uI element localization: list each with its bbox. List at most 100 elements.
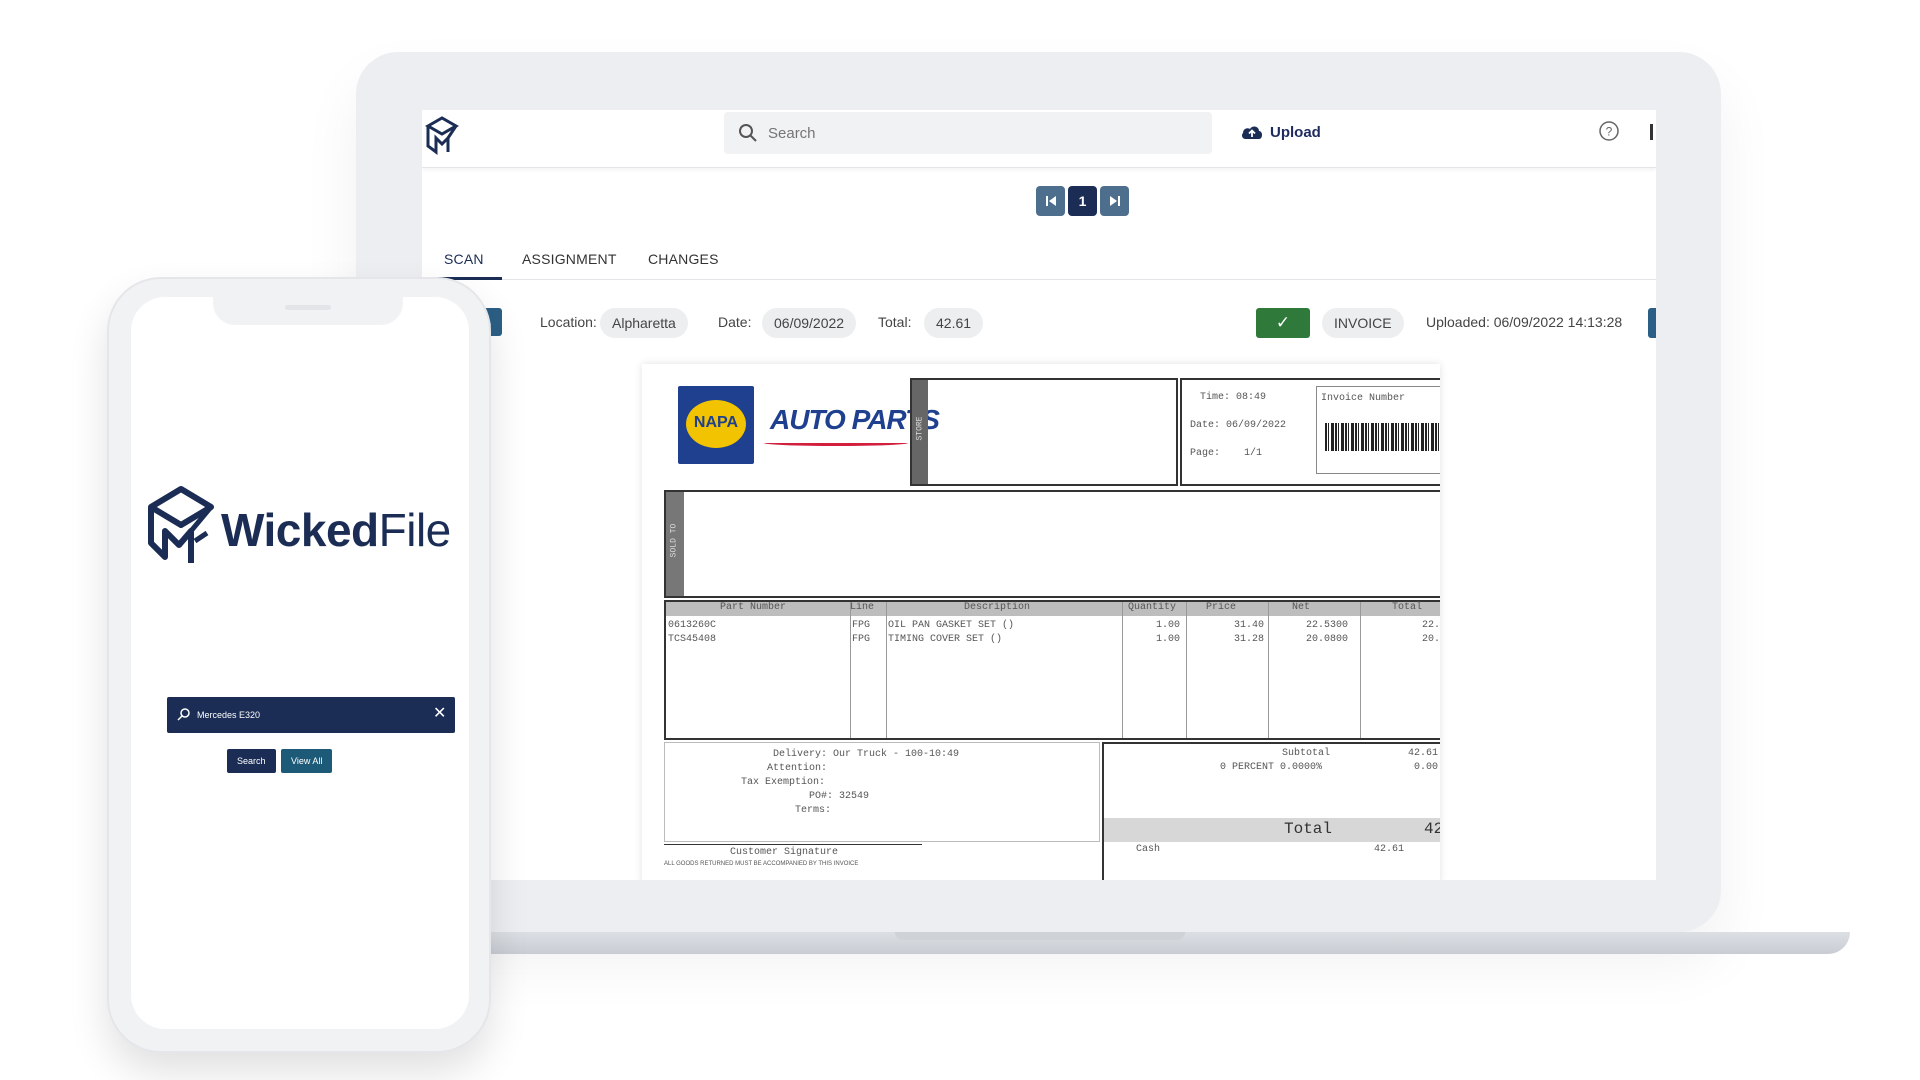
account-menu-edge[interactable] [1650, 124, 1653, 140]
cloud-upload-icon [1242, 126, 1262, 139]
mobile-search-button[interactable]: Search [227, 749, 276, 773]
column-header: Price [1206, 602, 1237, 613]
cell-price: 31.28 [1234, 634, 1265, 645]
attention-line: Attention: [767, 763, 828, 774]
search-input[interactable] [768, 120, 1188, 146]
column-header: Description [964, 602, 1031, 613]
line-items-table: Part Number Line Description Quantity Pr… [664, 600, 1440, 740]
wickedfile-logo-icon[interactable] [422, 112, 462, 160]
store-label: STORE [915, 416, 925, 441]
location-chip[interactable]: Alpharetta [600, 308, 688, 338]
phone-frame: WickedFile ✕ Search View All [107, 277, 491, 1053]
laptop-notch [895, 932, 1185, 940]
cell-net: 20.0800 [1306, 634, 1349, 645]
line-items-header: Part Number Line Description Quantity Pr… [666, 602, 1440, 616]
signature-line [664, 844, 922, 845]
cash-label: Cash [1136, 844, 1161, 855]
cash-value: 42.61 [1374, 844, 1405, 855]
total-label: Total: [878, 314, 912, 330]
invoice-page: Page: 1/1 [1190, 448, 1263, 459]
brand-name-light: File [378, 504, 452, 556]
cell-description: TIMING COVER SET () [888, 634, 1003, 645]
phone-notch [213, 297, 403, 325]
po-line: PO#: 32549 [809, 791, 870, 802]
store-box: STORE [910, 378, 1178, 486]
cell-total: 22.53 [1422, 620, 1440, 631]
tab-scan[interactable]: SCAN [426, 240, 502, 280]
invoice-number-label: Invoice Number [1321, 393, 1406, 404]
last-page-button[interactable] [1100, 186, 1129, 216]
cell-net: 22.5300 [1306, 620, 1349, 631]
cell-part-number: TCS45408 [668, 634, 717, 645]
cell-line: FPG [852, 620, 871, 631]
tax-label: 0 PERCENT 0.0000% [1220, 762, 1323, 773]
invoice-info-box: Time: 08:49 Date: 06/09/2022 Page: 1/1 I… [1180, 378, 1440, 486]
skip-last-icon [1109, 196, 1120, 206]
uploaded-timestamp: Uploaded: 06/09/2022 14:13:28 [1426, 314, 1623, 330]
total-chip[interactable]: 42.61 [924, 308, 984, 338]
wickedfile-logo-icon [148, 486, 214, 563]
laptop-screen: Upload ? 1 SCAN AS [422, 110, 1656, 880]
upload-button[interactable]: Upload [1240, 120, 1321, 144]
wickedfile-wordmark: WickedFile [221, 503, 451, 557]
doc-type-chip[interactable]: INVOICE [1322, 308, 1404, 338]
current-page[interactable]: 1 [1068, 186, 1097, 216]
clear-search-icon[interactable]: ✕ [433, 705, 446, 723]
document-tabs: SCAN ASSIGNMENT CHANGES [422, 240, 1656, 280]
returns-note: ALL GOODS RETURNED MUST BE ACCOMPANIED B… [664, 861, 859, 867]
product-showcase: Upload ? 1 SCAN AS [0, 0, 1920, 1080]
approve-button[interactable]: ✓ [1256, 308, 1310, 338]
upload-label: Upload [1270, 123, 1321, 141]
page-navigator: 1 [1036, 186, 1129, 216]
sold-to-box: SOLD TO [664, 490, 1440, 598]
check-icon: ✓ [1275, 313, 1291, 332]
search-icon [739, 124, 757, 142]
mobile-search-bar[interactable]: ✕ [167, 697, 455, 733]
first-page-button[interactable] [1036, 186, 1065, 216]
tab-changes[interactable]: CHANGES [648, 240, 719, 280]
invoice-number-box: Invoice Number [1316, 386, 1440, 474]
tax-exemption-line: Tax Exemption: [741, 777, 826, 788]
location-label: Location: [540, 314, 597, 330]
help-icon[interactable]: ? [1598, 120, 1620, 142]
mobile-search-input[interactable] [197, 706, 417, 724]
cell-quantity: 1.00 [1156, 620, 1181, 631]
cell-part-number: 0613260C [668, 620, 717, 631]
cell-quantity: 1.00 [1156, 634, 1181, 645]
totals-box: Subtotal 42.61 0 PERCENT 0.0000% 0.00 To… [1102, 742, 1440, 880]
terms-line: Terms: [795, 805, 832, 816]
delivery-line: Delivery: Our Truck - 100-10:49 [773, 749, 960, 760]
subtotal-label: Subtotal [1282, 748, 1331, 759]
scanned-invoice: NAPA AUTO PARTS STORE Time: 08:49 Date: … [642, 364, 1440, 880]
search-bar[interactable] [724, 112, 1212, 154]
signature-label: Customer Signature [730, 847, 839, 858]
invoice-time: Time: 08:49 [1200, 392, 1267, 403]
total-band: Total 42.61 [1104, 818, 1440, 842]
tab-assignment[interactable]: ASSIGNMENT [522, 240, 617, 280]
column-header: Total [1392, 602, 1423, 613]
cell-total: 20.08 [1422, 634, 1440, 645]
grand-total-label: Total [1284, 820, 1333, 838]
sold-to-label: SOLD TO [669, 523, 679, 558]
document-meta-row: ✎ Location: Alpharetta Date: 06/09/2022 … [422, 308, 1656, 338]
napa-logo: NAPA [678, 386, 754, 464]
column-header: Net [1292, 602, 1311, 613]
brand-name-bold: Wicked [221, 504, 379, 556]
napa-logo-text: NAPA [693, 414, 739, 431]
grand-total-value: 42.61 [1424, 820, 1440, 838]
cell-price: 31.40 [1234, 620, 1265, 631]
view-all-button[interactable]: View All [281, 749, 333, 773]
skip-first-icon [1045, 196, 1056, 206]
side-panel-toggle[interactable] [1648, 308, 1656, 338]
barcode [1325, 423, 1440, 451]
subtotal-value: 42.61 [1408, 748, 1439, 759]
date-label: Date: [718, 314, 752, 330]
search-icon [177, 708, 190, 721]
cell-description: OIL PAN GASKET SET () [888, 620, 1015, 631]
tax-value: 0.00 [1414, 762, 1439, 773]
delivery-info: Delivery: Our Truck - 100-10:49 Attentio… [664, 742, 1100, 842]
svg-text:?: ? [1606, 125, 1613, 139]
column-header: Quantity [1128, 602, 1177, 613]
phone-screen: WickedFile ✕ Search View All [131, 297, 469, 1029]
date-chip[interactable]: 06/09/2022 [762, 308, 857, 338]
